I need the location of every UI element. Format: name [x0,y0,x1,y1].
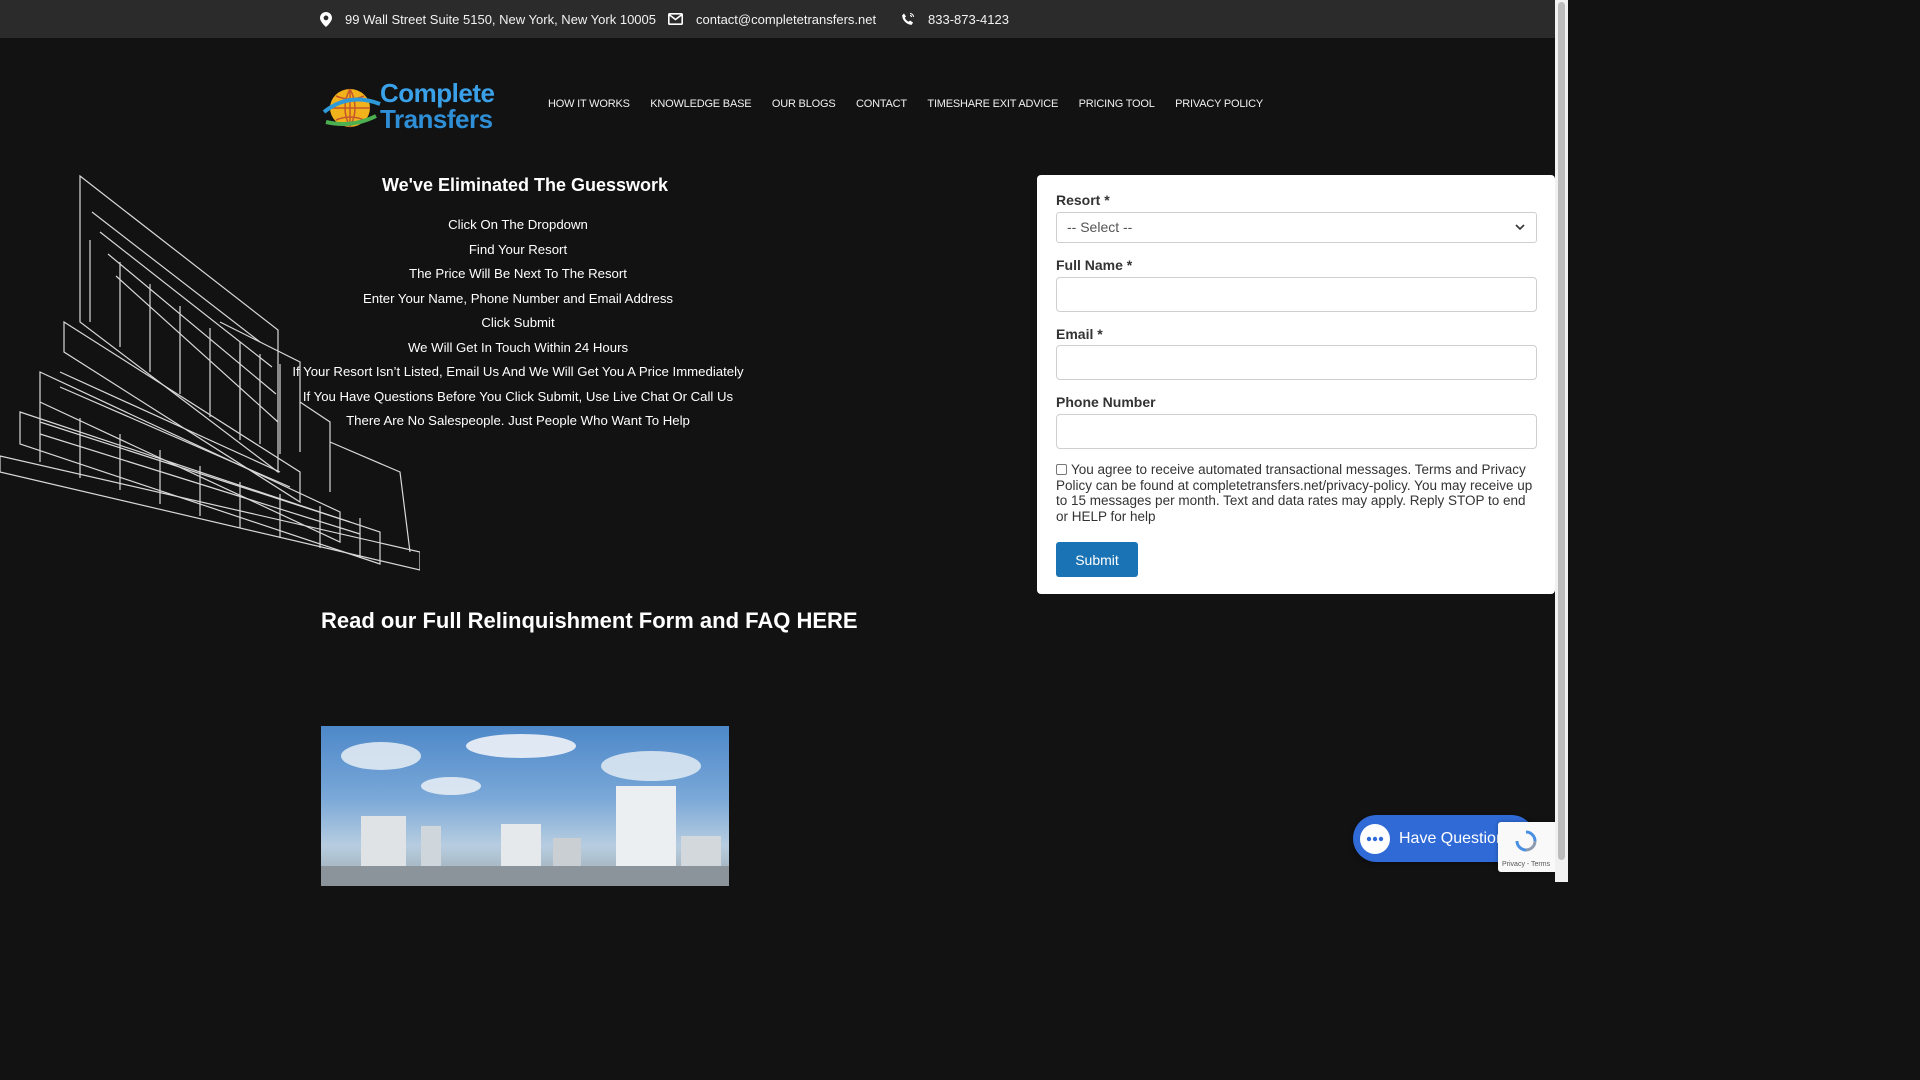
nav-timeshare-exit-advice[interactable]: TIMESHARE EXIT ADVICE [927,98,1058,110]
step-item: Click On The Dropdown [448,217,588,232]
recaptcha-badge[interactable]: Privacy - Terms [1498,822,1555,872]
nav-our-blogs[interactable]: OUR BLOGS [772,98,836,110]
phone-link[interactable]: 833-873-4123 [928,12,1009,27]
step-item: The Price Will Be Next To The Resort [409,266,627,281]
step-item: Find Your Resort [468,241,568,257]
nav-privacy-policy[interactable]: PRIVACY POLICY [1175,98,1263,110]
email-input[interactable] [1056,345,1537,380]
faq-link[interactable]: Read our Full Relinquishment Form and FA… [321,608,858,634]
cityscape-image [321,734,729,886]
phone-icon [902,13,914,25]
steps-title: We've Eliminated The Guesswork [382,175,669,195]
address-text: 99 Wall Street Suite 5150, New York, New… [345,11,656,27]
logo-line-2: Transfers [380,104,493,134]
consent-text: You agree to receive automated transacti… [1056,462,1533,524]
resort-select-value: -- Select -- [1067,219,1133,235]
address-item: 99 Wall Street Suite 5150, New York, New… [320,0,656,38]
full-name-label: Full Name * [1056,257,1133,273]
step-item: If Your Resort Isn’t Listed, Email Us An… [292,364,744,379]
scrollbar-thumb[interactable] [1558,2,1565,860]
chat-bubble-icon [1360,823,1390,854]
main-nav: HOW IT WORKS KNOWLEDGE BASE OUR BLOGS CO… [548,98,1284,110]
globe-plane-logo-icon [322,88,381,128]
phone-item[interactable]: 833-873-4123 [901,0,1009,38]
recaptcha-logo-icon [1515,830,1537,852]
envelope-icon [668,13,683,25]
chevron-down-icon [1515,224,1525,231]
nav-knowledge-base[interactable]: KNOWLEDGE BASE [650,98,751,110]
steps-list: Click On The Dropdown Find Your Resort T… [276,213,760,434]
logo[interactable]: Complete Transfers [322,78,495,134]
email-link[interactable]: contact@completetransfers.net [696,12,876,27]
full-name-input[interactable] [1056,277,1537,312]
email-item[interactable]: contact@completetransfers.net [668,0,876,38]
map-pin-icon [320,11,332,27]
nav-pricing-tool[interactable]: PRICING TOOL [1079,98,1155,110]
recaptcha-text[interactable]: Privacy - Terms [1502,861,1550,868]
email-label: Email * [1056,326,1103,342]
resort-select[interactable]: -- Select -- [1056,212,1537,243]
step-item: If You Have Questions Before You Click S… [302,388,734,404]
step-item: We Will Get In Touch Within 24 Hours [407,339,629,355]
page-scrollbar[interactable] [1555,0,1568,882]
pricing-form: Resort * -- Select -- Full Name * Email … [1037,175,1555,594]
step-item: Enter Your Name, Phone Number and Email … [362,290,674,306]
logo-line-1: Complete [380,78,495,108]
step-item: There Are No Salespeople. Just People Wh… [346,413,690,428]
consent-checkbox[interactable] [1056,464,1067,475]
logo-text: Complete Transfers [380,78,495,134]
resort-label: Resort * [1056,192,1110,208]
consent-row: You agree to receive automated transacti… [1056,462,1537,524]
phone-input[interactable] [1056,414,1537,449]
nav-contact[interactable]: CONTACT [856,98,907,110]
submit-button[interactable]: Submit [1056,542,1138,577]
phone-label: Phone Number [1056,394,1156,410]
resort-photo [321,726,729,886]
top-contact-bar: 99 Wall Street Suite 5150, New York, New… [0,0,1555,38]
step-item: Click Submit [481,315,555,330]
nav-how-it-works[interactable]: HOW IT WORKS [548,98,630,110]
